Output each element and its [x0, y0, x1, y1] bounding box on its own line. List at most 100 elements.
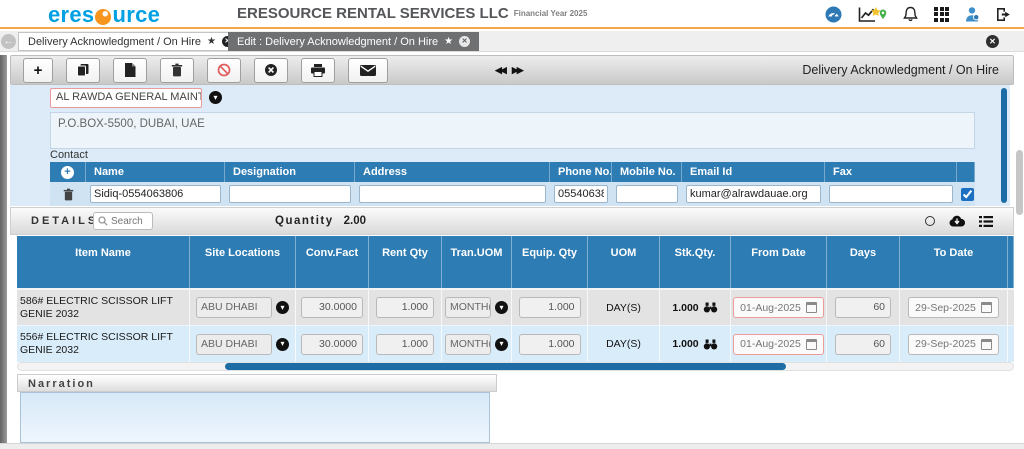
logo-o-icon	[95, 9, 111, 25]
screen-title: Delivery Acknowledgment / On Hire	[802, 63, 999, 77]
horizontal-scrollbar-thumb[interactable]	[225, 363, 786, 370]
printer-icon	[311, 64, 325, 77]
site-location-select[interactable]: ABU DHABI	[196, 297, 272, 318]
uom-value: DAY(S)	[606, 302, 641, 314]
collapsed-sidebar-strip[interactable]	[0, 55, 7, 443]
contact-section-label: Contact	[50, 149, 88, 161]
page-vertical-scrollbar-thumb[interactable]	[1016, 150, 1023, 215]
copy-button[interactable]	[66, 58, 100, 83]
to-date-input[interactable]: 29-Sep-2025	[908, 297, 999, 318]
tran-uom-select[interactable]: MONTH(S	[445, 297, 491, 318]
to-date-input[interactable]: 29-Sep-2025	[908, 334, 999, 355]
details-search-input[interactable]	[111, 216, 148, 227]
new-document-button[interactable]	[113, 58, 147, 83]
days-input[interactable]: 60	[835, 297, 891, 318]
tab-close-icon[interactable]: ✕	[459, 36, 470, 47]
from-date-input[interactable]: 01-Aug-2025	[733, 297, 824, 318]
col-from-date: From Date	[731, 236, 827, 288]
rent-qty-input[interactable]: 1.000	[376, 334, 434, 355]
contact-name-input[interactable]	[90, 185, 221, 203]
tran-uom-select[interactable]: MONTH(S	[445, 334, 491, 355]
equip-qty-input[interactable]: 1.000	[519, 334, 581, 355]
rent-qty-input[interactable]: 1.000	[376, 297, 434, 318]
table-row: 586# ELECTRIC SCISSOR LIFT GENIE 2032 AB…	[17, 288, 1014, 325]
horizontal-scrollbar[interactable]	[17, 362, 1014, 371]
quantity-value: 2.00	[344, 215, 366, 227]
narration-header: Narration	[17, 374, 497, 392]
close-all-tabs-icon[interactable]: ✕	[986, 35, 999, 48]
refresh-icon[interactable]	[925, 216, 935, 226]
delete-contact-icon[interactable]	[50, 182, 86, 206]
contact-table: + Name Designation Address Phone No. Mob…	[50, 162, 975, 206]
tab-delivery-acknowledgment[interactable]: Delivery Acknowledgment / On Hire ★ ✕	[18, 32, 243, 51]
stock-lookup-icon[interactable]	[703, 339, 718, 350]
details-section-bar: DETAILS Quantity2.00	[10, 207, 1014, 235]
customer-name-field[interactable]: AL RAWDA GENERAL MAINT. &	[50, 88, 202, 108]
contact-designation-input[interactable]	[229, 185, 351, 203]
col-tran-uom: Tran.UOM	[442, 236, 512, 288]
notifications-bell-icon[interactable]	[903, 6, 918, 22]
stock-lookup-icon[interactable]	[703, 302, 718, 313]
cloud-download-icon[interactable]	[949, 215, 965, 227]
user-icon[interactable]	[965, 6, 980, 22]
app-header: eresurce ERESOURCE RENTAL SERVICES LLCFi…	[0, 0, 1024, 29]
details-table: Item Name Site Locations Conv.Fact Rent …	[17, 236, 1014, 362]
add-button[interactable]: +	[23, 58, 53, 83]
equip-qty-input[interactable]: 1.000	[519, 297, 581, 318]
cancel-button[interactable]	[254, 58, 288, 83]
delete-button[interactable]	[160, 58, 194, 83]
days-input[interactable]: 60	[835, 334, 891, 355]
search-icon	[98, 216, 108, 226]
analytics-favorites-location-icon[interactable]	[858, 6, 887, 23]
add-contact-icon[interactable]: +	[61, 166, 74, 179]
site-location-select[interactable]: ABU DHABI	[196, 334, 272, 355]
list-view-icon[interactable]	[979, 216, 993, 227]
void-button[interactable]	[207, 58, 241, 83]
customer-dropdown-icon[interactable]: ▾	[209, 91, 222, 104]
col-to-date: To Date	[900, 236, 1008, 288]
chevron-down-icon[interactable]: ▾	[495, 301, 508, 314]
window-bottom-edge	[0, 443, 1024, 449]
chevron-down-icon[interactable]: ▾	[276, 338, 289, 351]
contact-fax-input[interactable]	[829, 185, 953, 203]
narration-label: Narration	[18, 375, 496, 390]
panel-vertical-scrollbar-thumb[interactable]	[1001, 88, 1007, 203]
col-site-locations: Site Locations	[190, 236, 296, 288]
conv-fact-input[interactable]: 30.0000	[301, 334, 363, 355]
contact-email-input[interactable]	[686, 185, 821, 203]
contact-phone-input[interactable]	[554, 185, 608, 203]
envelope-icon	[360, 65, 376, 76]
calendar-icon	[806, 302, 817, 313]
record-toolbar: + ◀◀ ▶▶	[10, 55, 1014, 85]
contact-col-address: Address	[355, 162, 550, 182]
chevron-down-icon[interactable]: ▾	[276, 301, 289, 314]
customer-address-textarea[interactable]: P.O.BOX-5500, DUBAI, UAE	[50, 112, 975, 149]
dashboard-icon[interactable]	[825, 6, 842, 23]
favorite-star-icon[interactable]: ★	[207, 37, 216, 47]
previous-record-icon[interactable]: ◀◀	[495, 65, 505, 76]
details-section-title: DETAILS	[31, 215, 98, 227]
email-button[interactable]	[348, 58, 388, 83]
from-date-input[interactable]: 01-Aug-2025	[733, 334, 824, 355]
favorite-star-icon[interactable]: ★	[444, 37, 453, 47]
contact-col-name: Name	[86, 162, 225, 182]
narration-textarea[interactable]	[20, 392, 490, 443]
tab-scroll-back-icon[interactable]: ←	[1, 34, 16, 49]
stk-qty-value: 1.000	[672, 302, 698, 314]
contact-col-fax: Fax	[825, 162, 957, 182]
details-table-header: Item Name Site Locations Conv.Fact Rent …	[17, 236, 1014, 288]
print-button[interactable]	[301, 58, 335, 83]
col-days: Days	[827, 236, 900, 288]
logout-icon[interactable]	[996, 7, 1012, 22]
conv-fact-input[interactable]: 30.0000	[301, 297, 363, 318]
tab-label: Delivery Acknowledgment / On Hire	[28, 36, 201, 48]
chevron-down-icon[interactable]: ▾	[495, 338, 508, 351]
contact-active-checkbox[interactable]	[961, 188, 974, 201]
next-record-icon[interactable]: ▶▶	[512, 65, 522, 76]
contact-address-input[interactable]	[359, 185, 546, 203]
app-logo[interactable]: eresurce	[48, 2, 160, 28]
apps-grid-icon[interactable]	[934, 7, 949, 22]
details-search-box[interactable]	[93, 212, 153, 230]
contact-mobile-input[interactable]	[616, 185, 678, 203]
tab-edit-delivery-acknowledgment[interactable]: Edit : Delivery Acknowledgment / On Hire…	[228, 32, 479, 51]
